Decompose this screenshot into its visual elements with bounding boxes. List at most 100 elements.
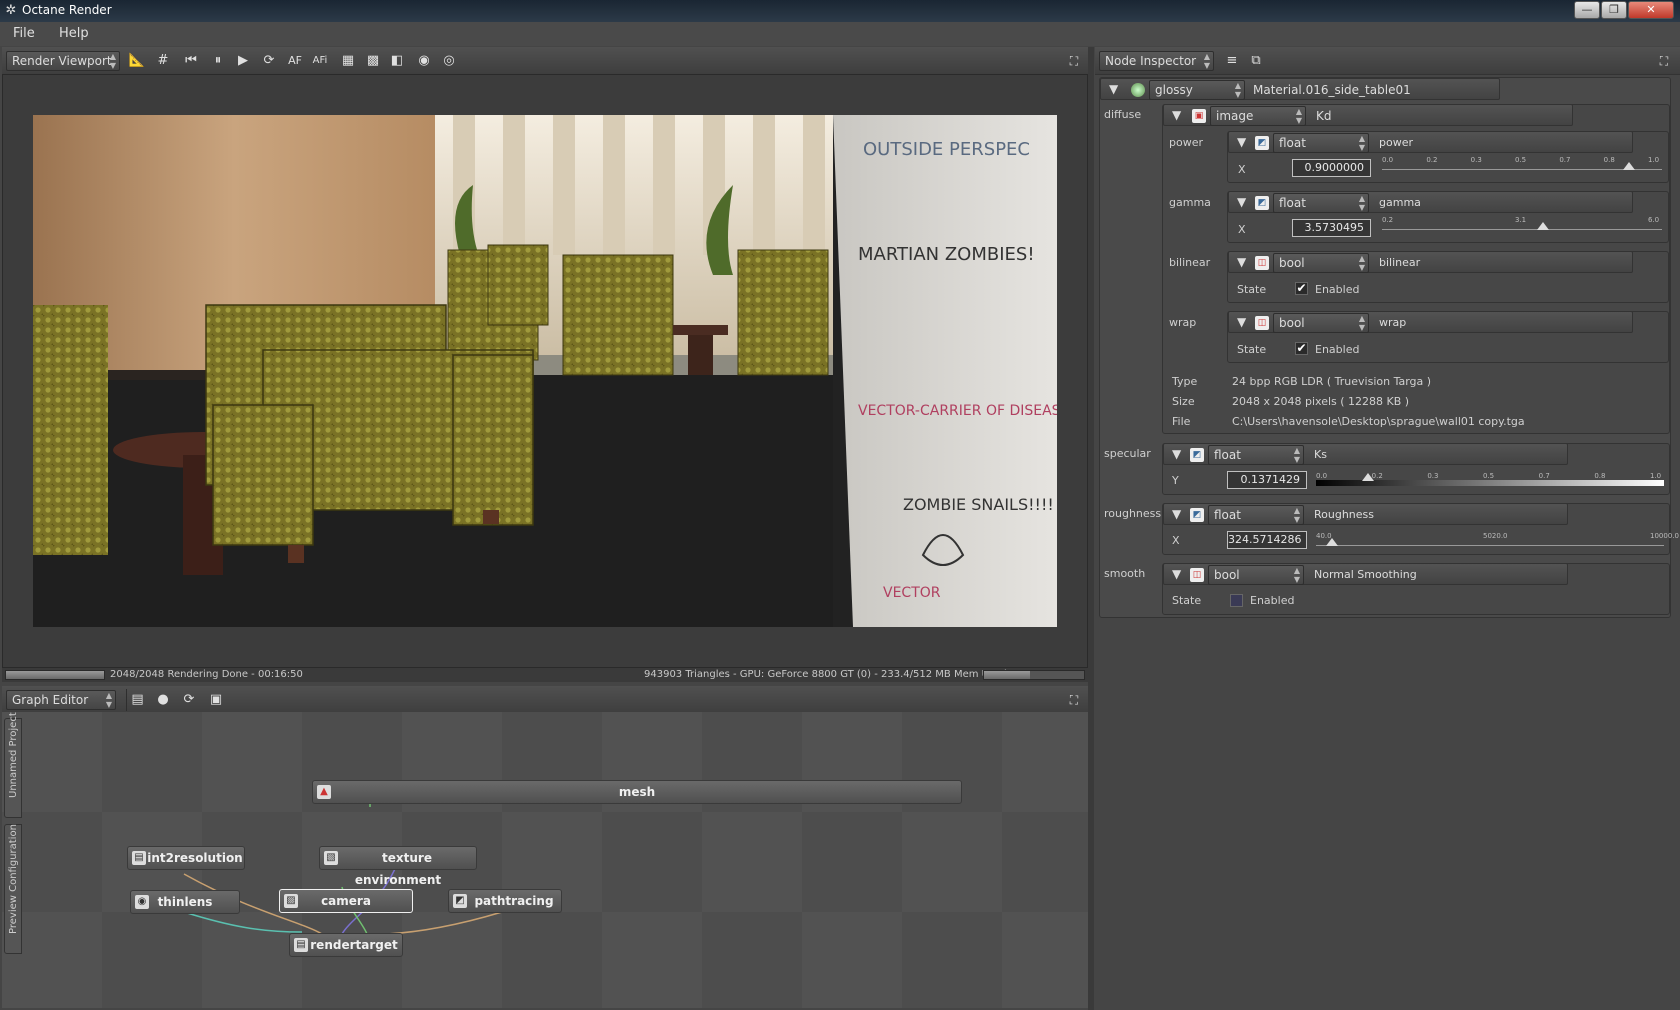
bilinear-name: bilinear: [1379, 256, 1421, 269]
title-bar: ✲ Octane Render — ❐ ✕: [0, 0, 1680, 22]
restart-icon[interactable]: ⏮: [180, 50, 202, 72]
node-pathtracing[interactable]: ◩ pathtracing: [448, 889, 562, 913]
gamma-type-select[interactable]: float ▲ ▼: [1273, 193, 1369, 213]
menu-help[interactable]: Help: [59, 26, 89, 41]
roughness-value-input[interactable]: 324.5714286: [1227, 531, 1307, 549]
diffuse-collapse-icon[interactable]: ▼: [1172, 108, 1181, 122]
power-collapse-icon[interactable]: ▼: [1237, 135, 1246, 149]
camera-node-icon: ▨: [284, 894, 298, 908]
wrap-checkbox[interactable]: ✔: [1295, 342, 1308, 355]
float-node-icon: ◩: [1190, 508, 1204, 522]
pick-icon[interactable]: ◉: [413, 50, 435, 72]
info-size-value: 2048 x 2048 pixels ( 12288 KB ): [1232, 395, 1410, 408]
collapse-icon[interactable]: ≡: [1221, 50, 1243, 72]
ruler-icon[interactable]: 📐: [126, 50, 148, 72]
texture-node-icon[interactable]: ▣: [205, 689, 227, 711]
graph-maximize-icon[interactable]: ⛶: [1065, 691, 1083, 709]
render-image[interactable]: OUTSIDE PERSPEC MARTIAN ZOMBIES! VECTOR-…: [33, 115, 1057, 627]
smooth-type-label: bool: [1214, 568, 1240, 582]
material-type-label: glossy: [1155, 83, 1193, 97]
add-node-icon[interactable]: ▤: [126, 689, 148, 711]
material-type-select[interactable]: glossy ▲ ▼: [1149, 80, 1245, 100]
bilinear-type-select[interactable]: bool ▲ ▼: [1273, 253, 1369, 273]
play-icon[interactable]: ▶: [232, 50, 254, 72]
slider-thumb[interactable]: [1326, 538, 1339, 546]
slider-tick-label: 0.0: [1316, 472, 1328, 480]
graph-canvas[interactable]: Unnamed Project Preview Configuration ▲ …: [2, 712, 1088, 1008]
slider-thumb[interactable]: [1537, 222, 1550, 230]
graph-panel-select[interactable]: Graph Editor ▲ ▼: [6, 690, 116, 710]
gamma-value-input[interactable]: 3.5730495: [1292, 219, 1371, 237]
node-thinlens[interactable]: ◉ thinlens: [130, 890, 240, 914]
gamma-slider[interactable]: 0.2 3.1 6.0: [1382, 216, 1662, 230]
bilinear-collapse-icon[interactable]: ▼: [1237, 255, 1246, 269]
power-slider[interactable]: 0.0 0.2 0.3 0.5 0.7 0.8 1.0: [1382, 156, 1662, 170]
collapse-triangle-icon[interactable]: ▼: [1109, 82, 1118, 96]
refresh-graph-icon[interactable]: ⟳: [178, 689, 200, 711]
refresh-icon[interactable]: ⟳: [258, 50, 280, 72]
bool-node-icon: ◫: [1255, 316, 1269, 330]
power-type-select[interactable]: float ▲ ▼: [1273, 133, 1369, 153]
expand-icon[interactable]: ⧉: [1245, 50, 1267, 72]
roughness-slider[interactable]: 40.0 5020.0 10000.0: [1316, 532, 1679, 546]
node-texture-environment[interactable]: ▧ texture environment: [319, 846, 477, 887]
maximize-button[interactable]: ❐: [1601, 1, 1627, 19]
node-rendertarget[interactable]: ▤ rendertarget: [289, 933, 403, 957]
gamma-type-label: float: [1279, 196, 1306, 210]
autofocus-info-icon[interactable]: AFi: [309, 50, 331, 72]
specular-value-input[interactable]: 0.1371429: [1227, 471, 1307, 489]
viewport-panel-select[interactable]: Render Viewport ▲ ▼: [6, 51, 120, 71]
focus-pick-icon[interactable]: ◎: [438, 50, 460, 72]
minimize-button[interactable]: —: [1574, 1, 1600, 19]
menu-file[interactable]: File: [13, 26, 35, 41]
mesh-node-icon: ▲: [317, 785, 331, 799]
wrap-enabled-label: Enabled: [1315, 343, 1360, 356]
tab-preview-configuration[interactable]: Preview Configuration: [4, 824, 22, 954]
slider-thumb[interactable]: [1623, 162, 1636, 170]
power-header: ▼ ◩ float ▲ ▼ power: [1228, 131, 1633, 153]
roughness-label: roughness: [1104, 507, 1162, 520]
inspector-maximize-icon[interactable]: ⛶: [1655, 52, 1673, 70]
specular-collapse-icon[interactable]: ▼: [1172, 447, 1181, 461]
autofocus-icon[interactable]: AF: [284, 50, 306, 72]
region-icon[interactable]: ▦: [337, 50, 359, 72]
wrap-collapse-icon[interactable]: ▼: [1237, 315, 1246, 329]
material-node-icon[interactable]: ●: [152, 689, 174, 711]
diffuse-type-label: image: [1216, 109, 1254, 123]
slider-thumb[interactable]: [1362, 473, 1375, 481]
wrap-header: ▼ ◫ bool ▲ ▼ wrap: [1228, 311, 1633, 333]
alpha-icon[interactable]: ◧: [386, 50, 408, 72]
node-camera[interactable]: ▨ camera: [279, 889, 413, 913]
smooth-collapse-icon[interactable]: ▼: [1172, 567, 1181, 581]
power-label: power: [1169, 136, 1203, 149]
bilinear-checkbox[interactable]: ✔: [1295, 282, 1308, 295]
gamma-header: ▼ ◩ float ▲ ▼ gamma: [1228, 191, 1633, 213]
diffuse-type-select[interactable]: image ▲ ▼: [1210, 106, 1306, 126]
roughness-collapse-icon[interactable]: ▼: [1172, 507, 1181, 521]
slider-tick-label: 5020.0: [1483, 532, 1508, 540]
info-size-label: Size: [1172, 395, 1195, 408]
wrap-type-select[interactable]: bool ▲ ▼: [1273, 313, 1369, 333]
panel-splitter[interactable]: [1088, 47, 1094, 1010]
material-header: ▼ glossy ▲ ▼ Material.016_side_table01: [1100, 78, 1500, 100]
specular-type-label: float: [1214, 448, 1241, 462]
tab-preview-configuration-label: Preview Configuration: [8, 824, 19, 934]
gamma-name: gamma: [1379, 196, 1421, 209]
scrawl-3: VECTOR-CARRIER OF DISEASE: [858, 403, 1057, 419]
pause-icon[interactable]: ⏸: [207, 50, 229, 72]
smooth-type-select[interactable]: bool ▲ ▼: [1208, 565, 1304, 585]
smooth-checkbox[interactable]: [1230, 594, 1243, 607]
power-value-input[interactable]: 0.9000000: [1292, 159, 1371, 177]
gamma-collapse-icon[interactable]: ▼: [1237, 195, 1246, 209]
node-mesh[interactable]: ▲ mesh: [312, 780, 962, 804]
checker-icon[interactable]: ▩: [362, 50, 384, 72]
viewport-maximize-icon[interactable]: ⛶: [1065, 52, 1083, 70]
tab-unnamed-project[interactable]: Unnamed Project: [4, 712, 22, 818]
roughness-type-select[interactable]: float ▲ ▼: [1208, 505, 1304, 525]
specular-type-select[interactable]: float ▲ ▼: [1208, 445, 1304, 465]
specular-slider[interactable]: 0.0 0.2 0.3 0.5 0.7 0.8 1.0: [1316, 472, 1664, 486]
close-button[interactable]: ✕: [1628, 1, 1674, 19]
grid-icon[interactable]: #: [152, 50, 174, 72]
inspector-panel-select[interactable]: Node Inspector ▲ ▼: [1099, 51, 1214, 71]
node-int2resolution[interactable]: ▤ int2resolution: [127, 846, 245, 870]
